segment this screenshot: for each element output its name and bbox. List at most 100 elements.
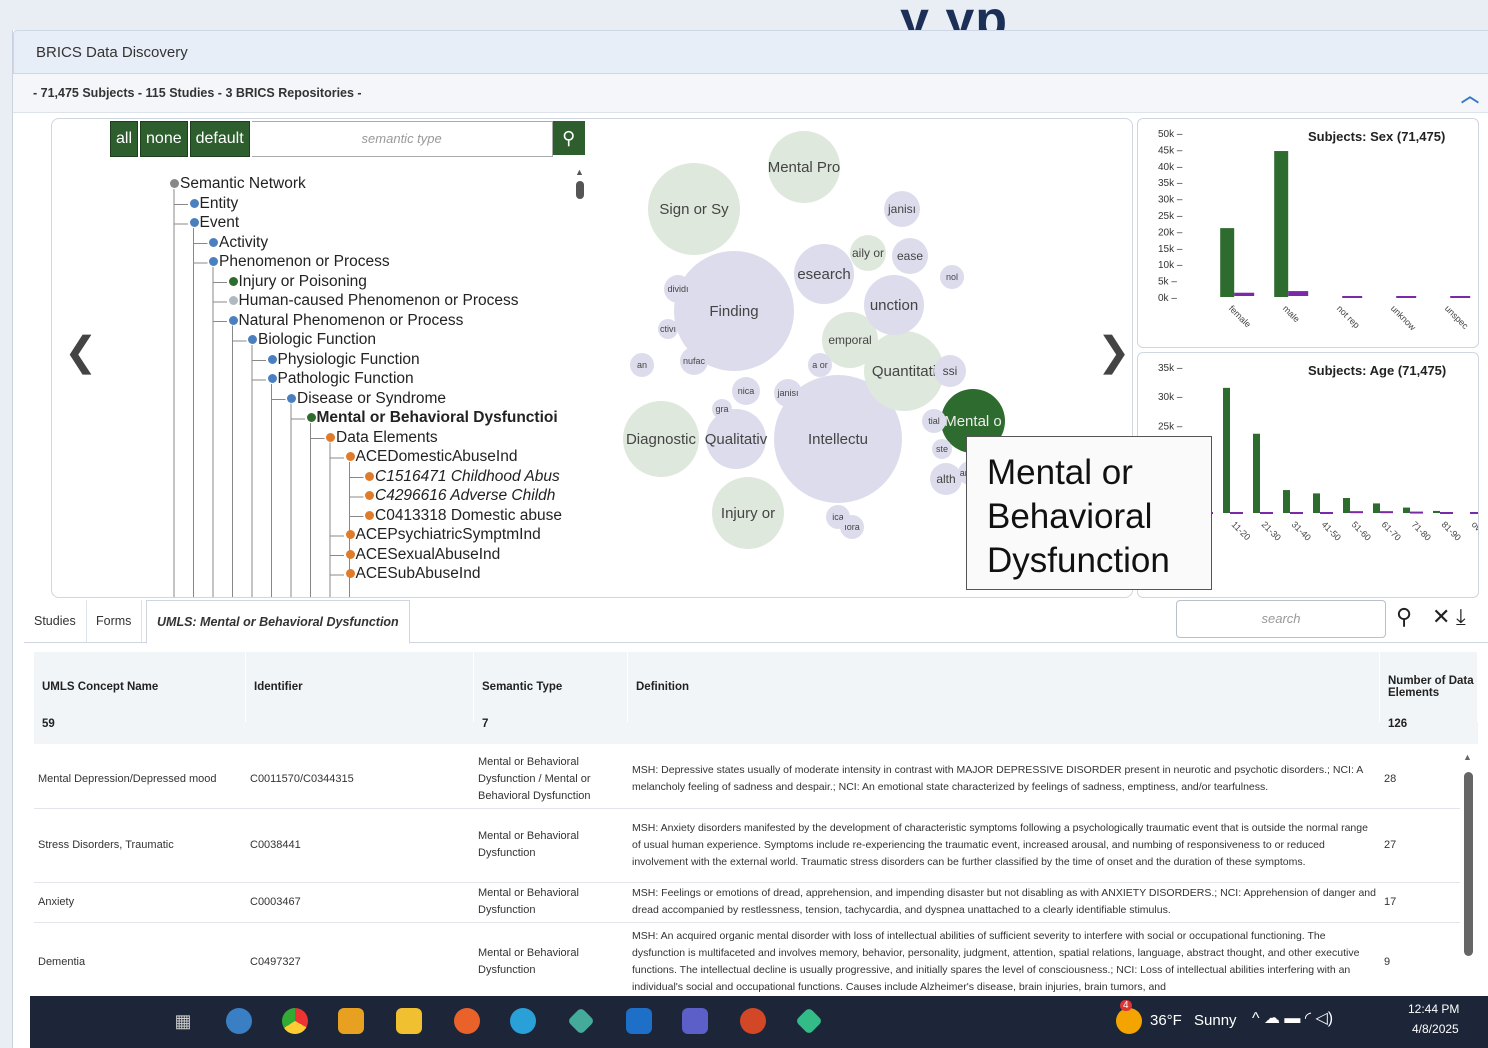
clock-time[interactable]: 12:44 PM — [1408, 1002, 1459, 1016]
tree-node-dot-icon[interactable] — [189, 198, 199, 208]
bubble[interactable]: esearch — [794, 244, 854, 304]
powerpoint-icon[interactable] — [740, 1008, 766, 1034]
tree-node-dot-icon[interactable] — [306, 413, 316, 423]
tray-icons[interactable]: ^ ☁ ▬ ◜ ◁) — [1252, 1008, 1333, 1028]
bubble[interactable]: Qualitativ — [705, 409, 768, 469]
tree-node[interactable]: C0413318 Domestic abuse — [365, 507, 562, 525]
tree-scrollbar[interactable]: ▲ — [574, 167, 586, 587]
tree-node-dot-icon[interactable] — [228, 315, 238, 325]
bar[interactable] — [1260, 512, 1273, 514]
bar[interactable] — [1380, 511, 1393, 514]
previous-arrow-icon[interactable]: ❮ — [64, 329, 98, 375]
bar[interactable] — [1274, 151, 1289, 297]
tree-node-label[interactable]: ACESubAbuseInd — [356, 565, 481, 582]
column-header[interactable]: UMLS Concept Name — [34, 652, 246, 722]
tree-node-dot-icon[interactable] — [228, 276, 238, 286]
table-row[interactable]: Dementia C0497327 Mental or Behavioral Dys… — [34, 922, 1460, 996]
bubble[interactable]: ease — [892, 238, 928, 274]
tree-node-label[interactable]: Disease or Syndrome — [297, 390, 446, 407]
file-explorer-icon[interactable] — [396, 1008, 422, 1034]
browser-icon[interactable] — [226, 1008, 252, 1034]
firefox-icon[interactable] — [454, 1008, 480, 1034]
tree-node[interactable]: Data Elements — [326, 429, 438, 447]
bar[interactable] — [1343, 497, 1350, 513]
tree-node[interactable]: C4296616 Adverse Childh — [365, 487, 555, 505]
bubble[interactable]: nica — [732, 377, 760, 405]
tree-node-dot-icon[interactable] — [170, 179, 179, 189]
tree-node-label[interactable]: Activity — [219, 234, 268, 251]
tree-node[interactable]: ACESexualAbuseInd — [345, 546, 500, 564]
next-arrow-icon[interactable]: ❯ — [1097, 329, 1131, 375]
tree-node-label[interactable]: ACEPsychiatricSymptmInd — [356, 526, 541, 543]
scroll-thumb[interactable] — [576, 181, 584, 199]
tree-node-dot-icon[interactable] — [189, 218, 199, 228]
bar[interactable] — [1288, 291, 1309, 296]
tree-node-label[interactable]: C1516471 Childhood Abus — [375, 468, 560, 485]
bar[interactable] — [1342, 296, 1363, 298]
tree-node-dot-icon[interactable] — [248, 335, 257, 345]
column-header[interactable]: Semantic Type — [474, 652, 628, 722]
tree-node-label[interactable]: Physiologic Function — [278, 351, 420, 368]
table-row[interactable]: Mental Depression/Depressed mood C0011570… — [34, 750, 1460, 809]
bar[interactable] — [1403, 507, 1410, 513]
tree-node-label[interactable]: Phenomenon or Process — [219, 253, 390, 270]
tree-node-label[interactable]: Pathologic Function — [278, 370, 414, 387]
tree-node[interactable]: C1516471 Childhood Abus — [365, 468, 560, 486]
tab-studies[interactable]: Studies — [24, 600, 87, 642]
tree-node-label[interactable]: Injury or Poisoning — [239, 273, 367, 290]
bar[interactable] — [1373, 503, 1380, 513]
task-view-icon[interactable]: ▦ — [170, 1008, 196, 1034]
tree-node[interactable]: ACEDomesticAbuseInd — [345, 448, 517, 466]
tree-node-label[interactable]: Mental or Behavioral Dysfunctioi — [317, 409, 558, 426]
column-header[interactable]: Number of Data Elements — [1380, 652, 1478, 722]
bubble[interactable]: nol — [940, 265, 964, 289]
tree-node-dot-icon[interactable] — [365, 471, 374, 481]
bubble[interactable]: ste — [932, 439, 952, 459]
tree-node[interactable]: Natural Phenomenon or Process — [228, 312, 463, 330]
tree-node-dot-icon[interactable] — [228, 296, 238, 306]
tree-node-dot-icon[interactable] — [345, 452, 355, 462]
app-icon[interactable] — [567, 1007, 595, 1035]
tree-node[interactable]: Entity — [189, 195, 239, 213]
bar[interactable] — [1320, 512, 1333, 514]
bubble[interactable]: unction — [864, 275, 924, 335]
tree-node-label[interactable]: Human-caused Phenomenon or Process — [239, 292, 519, 309]
bar[interactable] — [1410, 511, 1423, 514]
tree-node[interactable]: ACEPsychiatricSymptmInd — [345, 526, 541, 544]
tree-node-dot-icon[interactable] — [209, 237, 218, 247]
tree-node-label[interactable]: C4296616 Adverse Childh — [375, 487, 555, 504]
tree-node-dot-icon[interactable] — [345, 530, 355, 540]
bar[interactable] — [1283, 490, 1290, 513]
tree-node[interactable]: Pathologic Function — [267, 370, 414, 388]
outlook-icon[interactable] — [626, 1008, 652, 1034]
app-icon[interactable] — [795, 1007, 823, 1035]
edge-icon[interactable] — [510, 1008, 536, 1034]
bubble[interactable]: janisı — [884, 191, 920, 227]
bar[interactable] — [1350, 511, 1363, 514]
tree-node-label[interactable]: Semantic Network — [180, 175, 306, 192]
table-scrollbar[interactable]: ▲ — [1462, 752, 1474, 992]
table-search-input[interactable]: search — [1176, 600, 1386, 638]
bar[interactable] — [1313, 493, 1320, 513]
chevron-up-icon[interactable]: ︿ — [1461, 82, 1479, 108]
table-row[interactable]: Anxiety C0003467 Mental or Behavioral Dysf… — [34, 882, 1460, 923]
tree-node-label[interactable]: Entity — [200, 195, 239, 212]
bar[interactable] — [1440, 512, 1453, 514]
scroll-up-icon[interactable]: ▲ — [575, 167, 584, 177]
tree-node-label[interactable]: Data Elements — [336, 429, 438, 446]
tree-node-dot-icon[interactable] — [365, 510, 374, 520]
bar[interactable] — [1230, 512, 1243, 514]
bubble[interactable]: ctivı — [658, 319, 678, 339]
bubble[interactable]: nufac — [680, 347, 708, 375]
column-header[interactable]: Identifier — [246, 652, 474, 722]
bar[interactable] — [1450, 296, 1471, 298]
bubble[interactable]: ssi — [934, 355, 966, 387]
bubble[interactable]: alth — [930, 463, 962, 495]
clock-date[interactable]: 4/8/2025 — [1412, 1022, 1459, 1036]
close-icon[interactable]: ✕ — [1432, 604, 1450, 630]
tree-node[interactable]: Human-caused Phenomenon or Process — [228, 292, 519, 310]
tree-node-dot-icon[interactable] — [345, 569, 355, 579]
tree-node[interactable]: Event — [189, 214, 239, 232]
tree-node[interactable]: Mental or Behavioral Dysfunctioi — [306, 409, 558, 427]
tree-node[interactable]: Disease or Syndrome — [287, 390, 446, 408]
